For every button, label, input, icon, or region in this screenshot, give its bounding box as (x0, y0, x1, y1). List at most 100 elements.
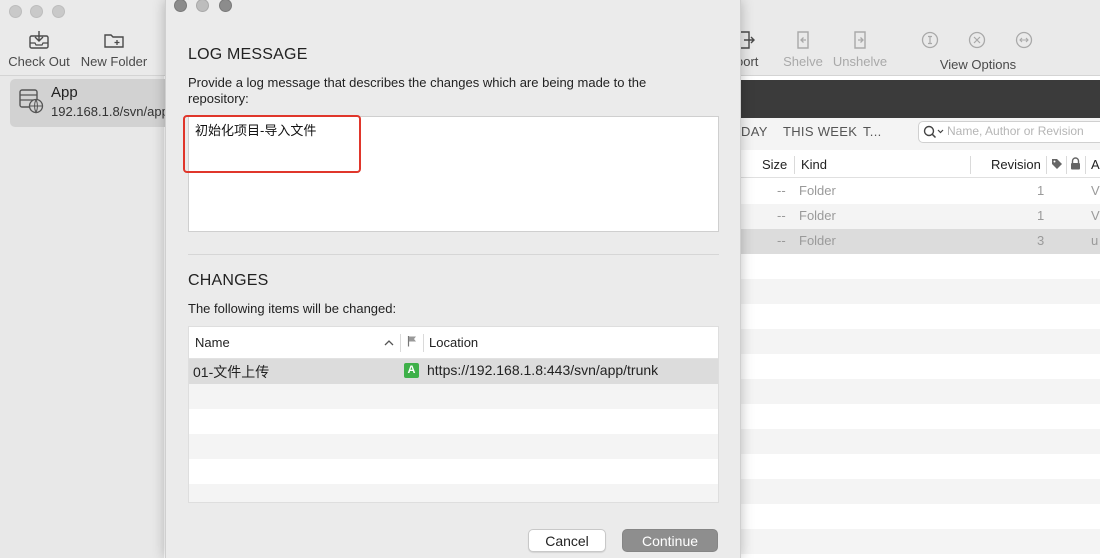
column-author[interactable]: A (1091, 157, 1100, 172)
checkout-icon (29, 31, 49, 49)
added-status-icon: A (404, 363, 419, 378)
changes-description: The following items will be changed: (188, 301, 397, 316)
column-divider (970, 156, 971, 174)
lock-icon (1071, 157, 1080, 170)
info-icon (921, 31, 939, 49)
commit-sheet-dialog: LOG MESSAGE Provide a log message that d… (165, 0, 741, 558)
row-author: u (1091, 233, 1099, 248)
filter-more[interactable]: T... (863, 124, 882, 139)
sort-ascending-icon (384, 340, 394, 346)
close-window-button[interactable] (174, 0, 187, 12)
repository-url: 192.168.1.8/svn/app (51, 104, 169, 119)
search-input[interactable] (947, 124, 1100, 138)
tag-icon (1052, 159, 1062, 169)
column-name[interactable]: Name (195, 335, 230, 350)
change-name: 01-文件上传 (193, 364, 270, 380)
row-kind: Folder (799, 183, 836, 198)
new-folder-icon (104, 34, 124, 48)
row-kind: Folder (799, 233, 836, 248)
column-divider (400, 334, 401, 352)
column-divider (1046, 156, 1047, 174)
unshelve-icon (854, 31, 866, 49)
view-options-button[interactable]: View Options (932, 57, 1024, 72)
flag-icon (407, 336, 416, 347)
history-column-header: Size Kind Revision A (741, 152, 1100, 178)
empty-row (189, 384, 718, 409)
log-message-description: Provide a log message that describes the… (188, 75, 647, 106)
column-divider (423, 334, 424, 352)
zoom-window-button[interactable] (52, 5, 65, 18)
new-folder-label: New Folder (80, 54, 148, 69)
repository-name: App (51, 84, 78, 101)
shelve-icon (797, 31, 809, 49)
checkout-label: Check Out (8, 54, 70, 69)
log-message-title: LOG MESSAGE (188, 46, 308, 63)
row-author: V (1091, 208, 1100, 223)
minimize-window-button[interactable] (196, 0, 209, 12)
empty-row (741, 329, 1100, 354)
sidebar: App 192.168.1.8/svn/app (0, 76, 170, 558)
row-revision: 1 (1037, 183, 1045, 198)
unshelve-label: Unshelve (832, 54, 888, 69)
section-divider (188, 254, 719, 255)
search-field[interactable] (918, 121, 1100, 143)
history-row-selected[interactable]: -- Folder 3 u (741, 229, 1100, 254)
shelve-label: Shelve (783, 54, 823, 69)
content-header-bar (741, 80, 1100, 118)
empty-row (741, 279, 1100, 304)
empty-row (741, 354, 1100, 379)
log-message-input[interactable]: 初始化项目-导入文件 (188, 116, 719, 232)
changes-table: Name Location 01-文件上传 A https://192.168.… (188, 326, 719, 503)
filter-this-week[interactable]: THIS WEEK (783, 124, 857, 139)
sheet-titlebar (166, 0, 740, 14)
empty-row (741, 304, 1100, 329)
empty-row (741, 429, 1100, 454)
column-kind[interactable]: Kind (801, 157, 827, 172)
empty-row (741, 254, 1100, 279)
shelve-button[interactable]: Shelve (781, 30, 825, 69)
column-size[interactable]: Size (762, 157, 787, 172)
column-location[interactable]: Location (429, 335, 478, 350)
remove-button[interactable] (966, 30, 988, 54)
history-row[interactable]: -- Folder 1 V (741, 179, 1100, 204)
change-location: https://192.168.1.8:443/svn/app/trunk (427, 362, 659, 378)
new-folder-button[interactable]: New Folder (78, 30, 150, 69)
empty-row (189, 409, 718, 434)
minimize-window-button[interactable] (30, 5, 43, 18)
close-window-button[interactable] (9, 5, 22, 18)
filter-bar: DAY THIS WEEK T... (741, 118, 1100, 150)
unshelve-button[interactable]: Unshelve (832, 30, 888, 69)
change-row[interactable]: 01-文件上传 A https://192.168.1.8:443/svn/ap… (189, 359, 718, 384)
zoom-window-button[interactable] (219, 0, 232, 12)
empty-row (741, 504, 1100, 529)
column-revision[interactable]: Revision (991, 157, 1041, 172)
expand-button[interactable] (1013, 30, 1035, 54)
column-divider (1066, 156, 1067, 174)
view-options-label: View Options (939, 57, 1017, 72)
row-size: -- (777, 208, 786, 223)
checkout-button[interactable]: Check Out (6, 30, 72, 69)
search-icon (923, 125, 944, 139)
history-row[interactable]: -- Folder 1 V (741, 204, 1100, 229)
continue-button[interactable]: Continue (622, 529, 718, 552)
filter-today[interactable]: DAY (741, 124, 768, 139)
row-author: V (1091, 183, 1100, 198)
empty-row (741, 479, 1100, 504)
changes-table-header: Name Location (189, 327, 718, 359)
sidebar-item-repository[interactable]: App 192.168.1.8/svn/app (10, 79, 170, 127)
column-divider (1085, 156, 1086, 174)
empty-row (741, 404, 1100, 429)
empty-row (741, 454, 1100, 479)
info-button[interactable] (919, 30, 941, 54)
empty-row (189, 484, 718, 502)
empty-row (189, 434, 718, 459)
empty-row (189, 459, 718, 484)
cancel-button[interactable]: Cancel (528, 529, 606, 552)
close-circle-icon (968, 31, 986, 49)
row-revision: 3 (1037, 233, 1045, 248)
changes-title: CHANGES (188, 272, 269, 289)
row-size: -- (777, 183, 786, 198)
expand-icon (1015, 31, 1033, 49)
row-size: -- (777, 233, 786, 248)
repository-icon (19, 89, 44, 114)
